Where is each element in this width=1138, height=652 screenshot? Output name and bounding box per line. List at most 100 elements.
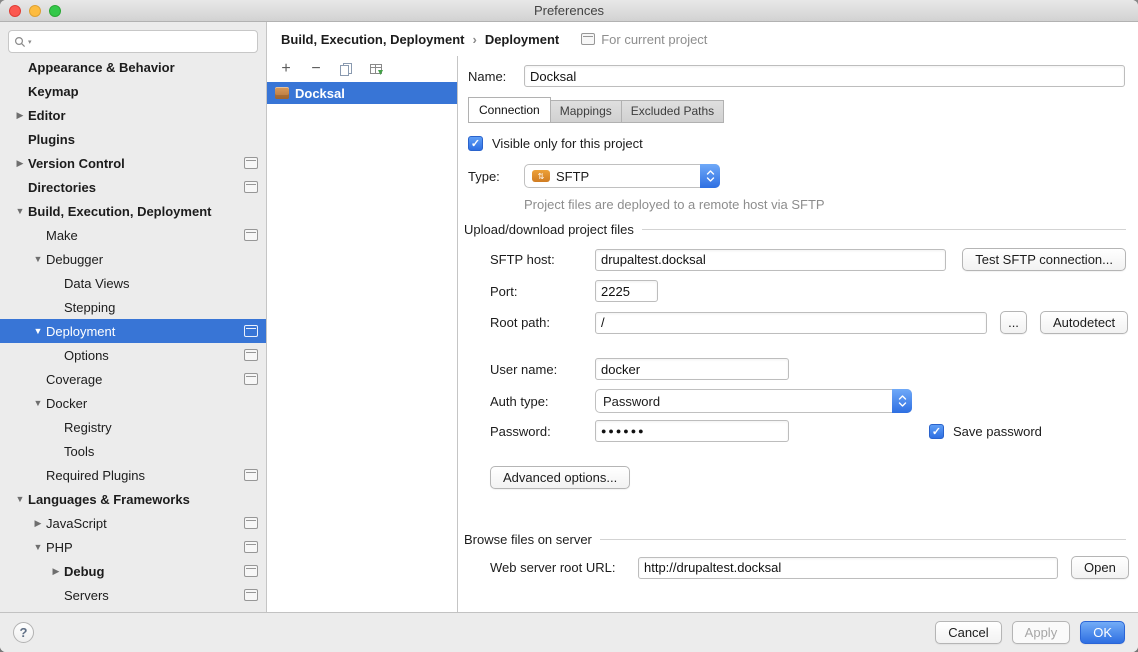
cancel-button[interactable]: Cancel xyxy=(935,621,1001,644)
breadcrumb-current: Deployment xyxy=(485,32,559,47)
server-list-item-docksal[interactable]: Docksal xyxy=(267,82,457,104)
chevron-collapsed-icon[interactable]: ▶ xyxy=(30,518,46,529)
open-button[interactable]: Open xyxy=(1071,556,1129,579)
web-root-row: Web server root URL: Open xyxy=(490,556,1129,579)
sidebar-item-php[interactable]: ▼PHP xyxy=(0,535,266,559)
save-password-checkbox[interactable]: ✓ xyxy=(929,424,944,439)
browse-root-path-button[interactable]: ... xyxy=(1000,311,1027,334)
per-project-settings-icon xyxy=(244,325,258,337)
chevron-expanded-icon[interactable]: ▼ xyxy=(30,542,46,552)
sidebar-item-servers[interactable]: Servers xyxy=(0,583,266,607)
search-icon xyxy=(14,36,26,48)
server-list-panel: + − Docksal xyxy=(267,56,458,612)
chevron-expanded-icon[interactable]: ▼ xyxy=(12,206,28,216)
autodetect-button[interactable]: Autodetect xyxy=(1040,311,1128,334)
help-button[interactable]: ? xyxy=(13,622,34,643)
sftp-host-label: SFTP host: xyxy=(490,252,595,267)
type-value: SFTP xyxy=(556,169,589,184)
sidebar-item-appearance-behavior[interactable]: Appearance & Behavior xyxy=(0,55,266,79)
sidebar-item-label: Build, Execution, Deployment xyxy=(28,204,211,219)
sidebar-item-label: Data Views xyxy=(64,276,130,291)
sidebar-item-languages-frameworks[interactable]: ▼Languages & Frameworks xyxy=(0,487,266,511)
apply-button[interactable]: Apply xyxy=(1012,621,1071,644)
sidebar-item-debugger[interactable]: ▼Debugger xyxy=(0,247,266,271)
window-title: Preferences xyxy=(0,0,1138,21)
visible-only-label: Visible only for this project xyxy=(492,136,643,151)
test-sftp-connection-button[interactable]: Test SFTP connection... xyxy=(962,248,1126,271)
chevron-collapsed-icon[interactable]: ▶ xyxy=(12,110,28,121)
search-history-caret-icon[interactable]: ▾ xyxy=(28,38,32,46)
sidebar-item-label: Deployment xyxy=(46,324,115,339)
sidebar-item-directories[interactable]: Directories xyxy=(0,175,266,199)
per-project-settings-icon xyxy=(244,157,258,169)
sidebar-item-label: Debugger xyxy=(46,252,103,267)
advanced-options-button[interactable]: Advanced options... xyxy=(490,466,630,489)
sidebar-item-make[interactable]: Make xyxy=(0,223,266,247)
user-name-input[interactable] xyxy=(595,358,789,380)
tab-mappings[interactable]: Mappings xyxy=(550,100,622,123)
sidebar-item-tools[interactable]: Tools xyxy=(0,439,266,463)
sftp-host-row: SFTP host: Test SFTP connection... xyxy=(490,248,1126,271)
auth-type-select[interactable]: Password xyxy=(595,389,912,413)
sidebar-item-label: Tools xyxy=(64,444,94,459)
sidebar-item-required-plugins[interactable]: Required Plugins xyxy=(0,463,266,487)
chevron-expanded-icon[interactable]: ▼ xyxy=(30,398,46,408)
sidebar-item-build-execution-deployment[interactable]: ▼Build, Execution, Deployment xyxy=(0,199,266,223)
chevron-expanded-icon[interactable]: ▼ xyxy=(12,494,28,504)
tab-excluded-paths[interactable]: Excluded Paths xyxy=(621,100,724,123)
footer-bar: ? Cancel Apply OK xyxy=(0,612,1138,652)
sidebar-item-keymap[interactable]: Keymap xyxy=(0,79,266,103)
sidebar-item-data-views[interactable]: Data Views xyxy=(0,271,266,295)
tab-connection[interactable]: Connection xyxy=(468,97,551,123)
name-label: Name: xyxy=(468,69,524,84)
server-config-tabs: Connection Mappings Excluded Paths xyxy=(468,99,724,123)
type-row: Type: ⇅ SFTP xyxy=(468,164,720,188)
web-root-input[interactable] xyxy=(638,557,1058,579)
sidebar-item-label: Required Plugins xyxy=(46,468,145,483)
upload-section-title: Upload/download project files xyxy=(464,222,634,237)
footer-buttons: Cancel Apply OK xyxy=(935,621,1125,644)
sidebar-item-version-control[interactable]: ▶Version Control xyxy=(0,151,266,175)
breadcrumb-parent[interactable]: Build, Execution, Deployment xyxy=(281,32,464,47)
sidebar-item-javascript[interactable]: ▶JavaScript xyxy=(0,511,266,535)
sidebar-item-stepping[interactable]: Stepping xyxy=(0,295,266,319)
root-path-input[interactable] xyxy=(595,312,987,334)
remove-server-button[interactable]: − xyxy=(308,61,324,77)
password-input[interactable] xyxy=(595,420,789,442)
sidebar-item-deployment[interactable]: ▼Deployment xyxy=(0,319,266,343)
visible-only-checkbox[interactable]: ✓ xyxy=(468,136,483,151)
settings-sidebar: ▾ Appearance & BehaviorKeymap▶Editor Plug… xyxy=(0,22,267,612)
use-as-default-button[interactable] xyxy=(368,61,384,77)
chevron-expanded-icon[interactable]: ▼ xyxy=(30,326,46,336)
name-input[interactable] xyxy=(524,65,1125,87)
sidebar-item-label: Directories xyxy=(28,180,96,195)
settings-search-input[interactable] xyxy=(34,34,252,49)
sidebar-item-label: Plugins xyxy=(28,132,75,147)
sidebar-item-editor[interactable]: ▶Editor xyxy=(0,103,266,127)
project-scope: For current project xyxy=(581,32,707,47)
type-select[interactable]: ⇅ SFTP xyxy=(524,164,720,188)
sidebar-item-coverage[interactable]: Coverage xyxy=(0,367,266,391)
dropdown-stepper-icon xyxy=(700,164,720,188)
sidebar-item-options[interactable]: Options xyxy=(0,343,266,367)
port-input[interactable] xyxy=(595,280,658,302)
auth-type-label: Auth type: xyxy=(490,394,595,409)
chevron-collapsed-icon[interactable]: ▶ xyxy=(12,158,28,169)
sidebar-item-registry[interactable]: Registry xyxy=(0,415,266,439)
sidebar-tree: Appearance & BehaviorKeymap▶Editor Plugin… xyxy=(0,55,266,612)
per-project-settings-icon xyxy=(244,541,258,553)
password-row: Password: ✓ Save password xyxy=(490,420,1042,442)
sftp-host-input[interactable] xyxy=(595,249,946,271)
sidebar-item-plugins[interactable]: Plugins xyxy=(0,127,266,151)
per-project-settings-icon xyxy=(244,589,258,601)
add-server-button[interactable]: + xyxy=(278,61,294,77)
copy-server-button[interactable] xyxy=(338,61,354,77)
sidebar-item-docker[interactable]: ▼Docker xyxy=(0,391,266,415)
settings-searchbox[interactable]: ▾ xyxy=(8,30,258,53)
chevron-expanded-icon[interactable]: ▼ xyxy=(30,254,46,264)
ok-button[interactable]: OK xyxy=(1080,621,1125,644)
user-name-label: User name: xyxy=(490,362,595,377)
sidebar-item-debug[interactable]: ▶Debug xyxy=(0,559,266,583)
chevron-collapsed-icon[interactable]: ▶ xyxy=(48,566,64,577)
sidebar-item-label: Version Control xyxy=(28,156,125,171)
